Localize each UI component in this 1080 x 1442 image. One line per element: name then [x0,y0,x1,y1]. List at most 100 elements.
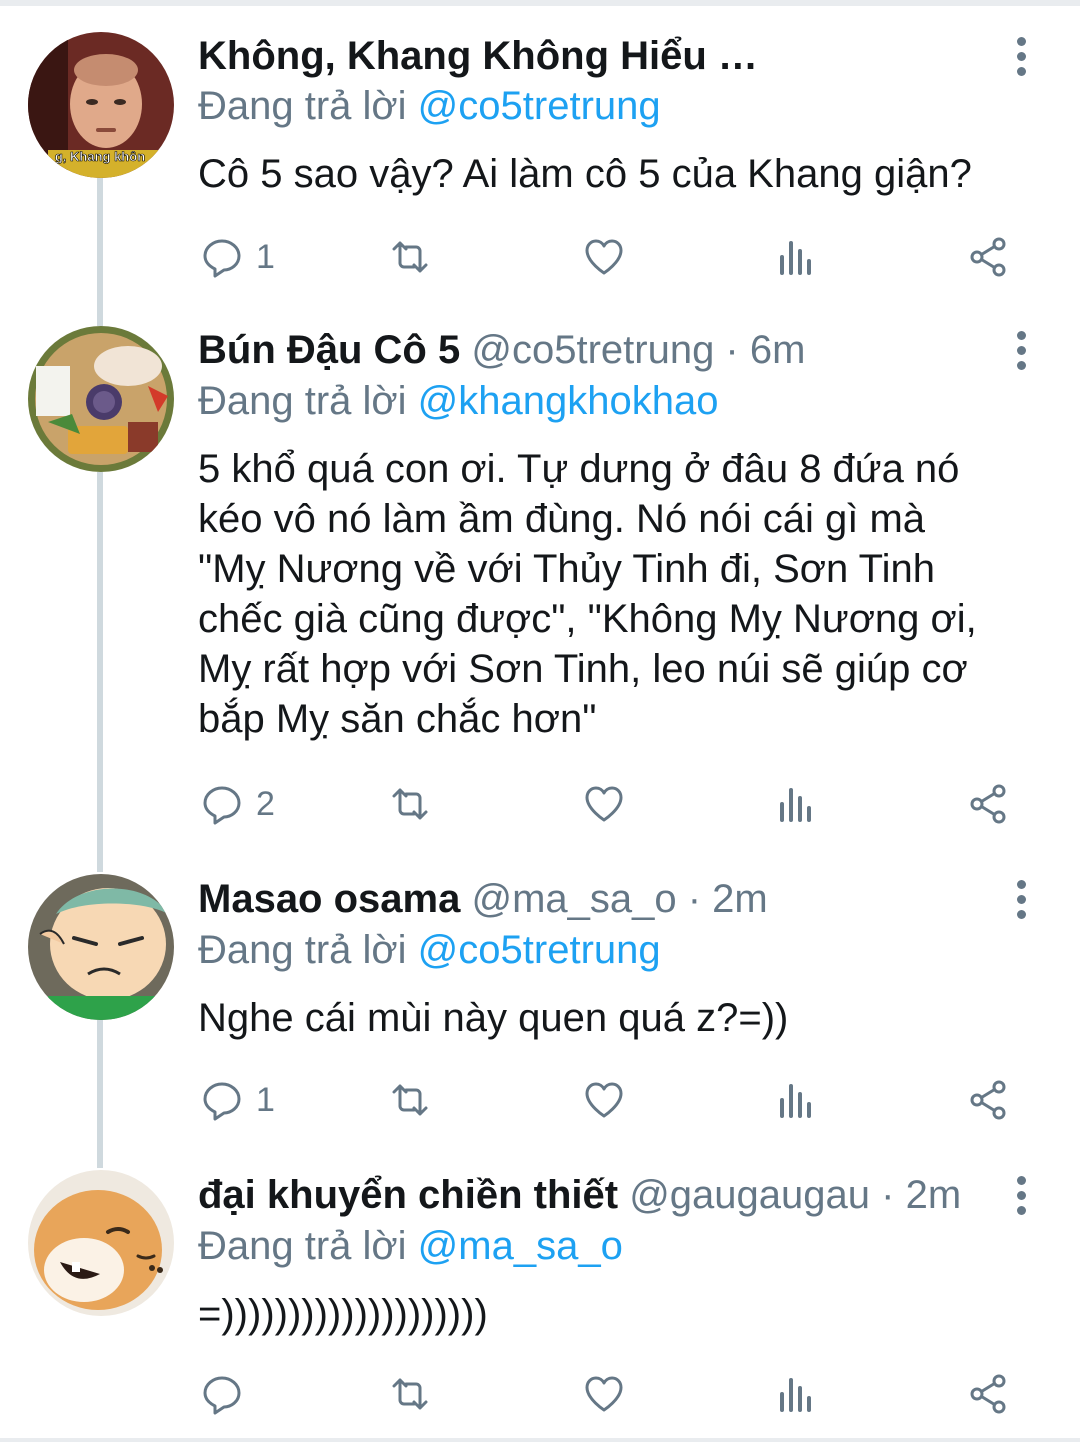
share-icon [970,237,1006,277]
reply-button[interactable]: 2 [200,776,275,832]
reply-bubble-icon [203,239,241,278]
like-button[interactable] [582,1366,626,1422]
reply-bubble-icon [203,1082,241,1121]
more-options-button[interactable] [1006,325,1036,375]
more-vertical-icon [1016,1175,1026,1185]
user-handle[interactable]: @co5tretrung [471,328,714,372]
share-button[interactable] [966,1366,1010,1422]
tweet-text: Cô 5 sao vậy? Ai làm cô 5 của Khang giận… [198,152,972,196]
replying-to: Đang trả lời @khangkhokhao [198,376,719,426]
share-button[interactable] [966,776,1010,832]
timestamp[interactable]: 2m [906,1173,962,1217]
reply-count: 1 [256,1080,275,1119]
separator-dot: · [714,328,750,372]
reply-button[interactable]: 1 [200,229,275,285]
retweet-icon [392,1378,428,1410]
reply-bubble-icon [203,786,241,825]
replying-to-label: Đang trả lời [198,1224,407,1268]
avatar[interactable] [28,326,174,472]
retweet-button[interactable] [388,1072,432,1128]
replying-to: Đang trả lời @co5tretrung [198,925,661,975]
heart-icon [585,239,623,275]
retweet-button[interactable] [388,229,432,285]
timestamp[interactable]: 2m [712,877,768,921]
more-vertical-icon [1016,330,1026,340]
tweet-header: Bún Đậu Cô 5 @co5tretrung · 6m [198,325,990,375]
more-options-button[interactable] [1006,874,1036,924]
analytics-icon [780,788,811,822]
analytics-icon [780,241,811,275]
reply-button[interactable]: 1 [200,1072,275,1128]
avatar-caption: g, Khang khôn [55,149,145,164]
replying-to-label: Đang trả lời [198,379,407,423]
tweet[interactable]: g, Khang khôn Không, Khang Không Hiểu … … [0,0,1080,300]
more-vertical-icon [1016,36,1026,46]
user-handle[interactable]: @gaugaugau [629,1173,870,1217]
analytics-button[interactable] [774,776,818,832]
avatar-image: g, Khang khôn [28,32,174,178]
separator-dot: · [870,1173,906,1217]
tweet-header: đại khuyển chiền thiết @gaugaugau · 2m [198,1170,990,1220]
reply-to-mention-link[interactable]: @co5tretrung [418,928,661,972]
tweet-actions: 1 [198,1072,1028,1128]
more-options-button[interactable] [1006,1170,1036,1220]
display-name[interactable]: Không, Khang Không Hiểu … [198,34,758,78]
like-button[interactable] [582,1072,626,1128]
share-icon [970,1080,1006,1120]
tweet-actions: 2 [198,776,1028,832]
analytics-button[interactable] [774,229,818,285]
share-icon [970,1374,1006,1414]
tweet[interactable]: đại khuyển chiền thiết @gaugaugau · 2m Đ… [0,1148,1080,1438]
retweet-button[interactable] [388,1366,432,1422]
tweet-header: Masao osama @ma_sa_o · 2m [198,874,990,924]
replying-to: Đang trả lời @co5tretrung [198,81,661,131]
heart-icon [585,786,623,822]
avatar-image [28,874,174,1020]
avatar[interactable] [28,1170,174,1316]
retweet-icon [392,788,428,820]
like-button[interactable] [582,229,626,285]
share-icon [970,784,1006,824]
like-button[interactable] [582,776,626,832]
avatar-image [28,326,174,472]
tweet[interactable]: Masao osama @ma_sa_o · 2m Đang trả lời @… [0,850,1080,1148]
reply-button[interactable] [200,1366,256,1422]
replying-to-label: Đang trả lời [198,928,407,972]
separator-dot: · [676,877,713,921]
tweet[interactable]: Bún Đậu Cô 5 @co5tretrung · 6m Đang trả … [0,300,1080,850]
more-options-button[interactable] [1006,31,1036,81]
analytics-icon [780,1378,811,1412]
retweet-button[interactable] [388,776,432,832]
reply-to-mention-link[interactable]: @ma_sa_o [418,1224,623,1268]
display-name[interactable]: Masao osama [198,877,460,921]
share-button[interactable] [966,229,1010,285]
share-button[interactable] [966,1072,1010,1128]
timestamp[interactable]: 6m [750,328,806,372]
tweet-text: =)))))))))))))))))))) [198,1292,488,1336]
retweet-icon [392,241,428,273]
tweet-text: Nghe cái mùi này quen quá z?=)) [198,996,789,1040]
tweet-actions [198,1366,1028,1422]
analytics-icon [780,1084,811,1118]
tweet-text: 5 khổ quá con ơi. Tự dưng ở đâu 8 đứa nó… [198,447,977,741]
more-vertical-icon [1016,879,1026,889]
tweet-header: Không, Khang Không Hiểu … [198,31,990,81]
retweet-icon [392,1084,428,1116]
display-name[interactable]: đại khuyển chiền thiết [198,1173,618,1217]
user-handle[interactable]: @ma_sa_o [471,877,676,921]
replying-to: Đang trả lời @ma_sa_o [198,1221,623,1271]
avatar-image [28,1170,174,1316]
reply-to-mention-link[interactable]: @khangkhokhao [418,379,719,423]
analytics-button[interactable] [774,1366,818,1422]
display-name[interactable]: Bún Đậu Cô 5 [198,328,460,372]
avatar[interactable]: g, Khang khôn [28,32,174,178]
reply-to-mention-link[interactable]: @co5tretrung [418,84,661,128]
reply-bubble-icon [203,1376,241,1415]
analytics-button[interactable] [774,1072,818,1128]
tweet-actions: 1 [198,229,1028,285]
bottom-divider [0,1438,1080,1442]
replying-to-label: Đang trả lời [198,84,407,128]
heart-icon [585,1082,623,1118]
reply-count: 2 [256,784,275,823]
avatar[interactable] [28,874,174,1020]
